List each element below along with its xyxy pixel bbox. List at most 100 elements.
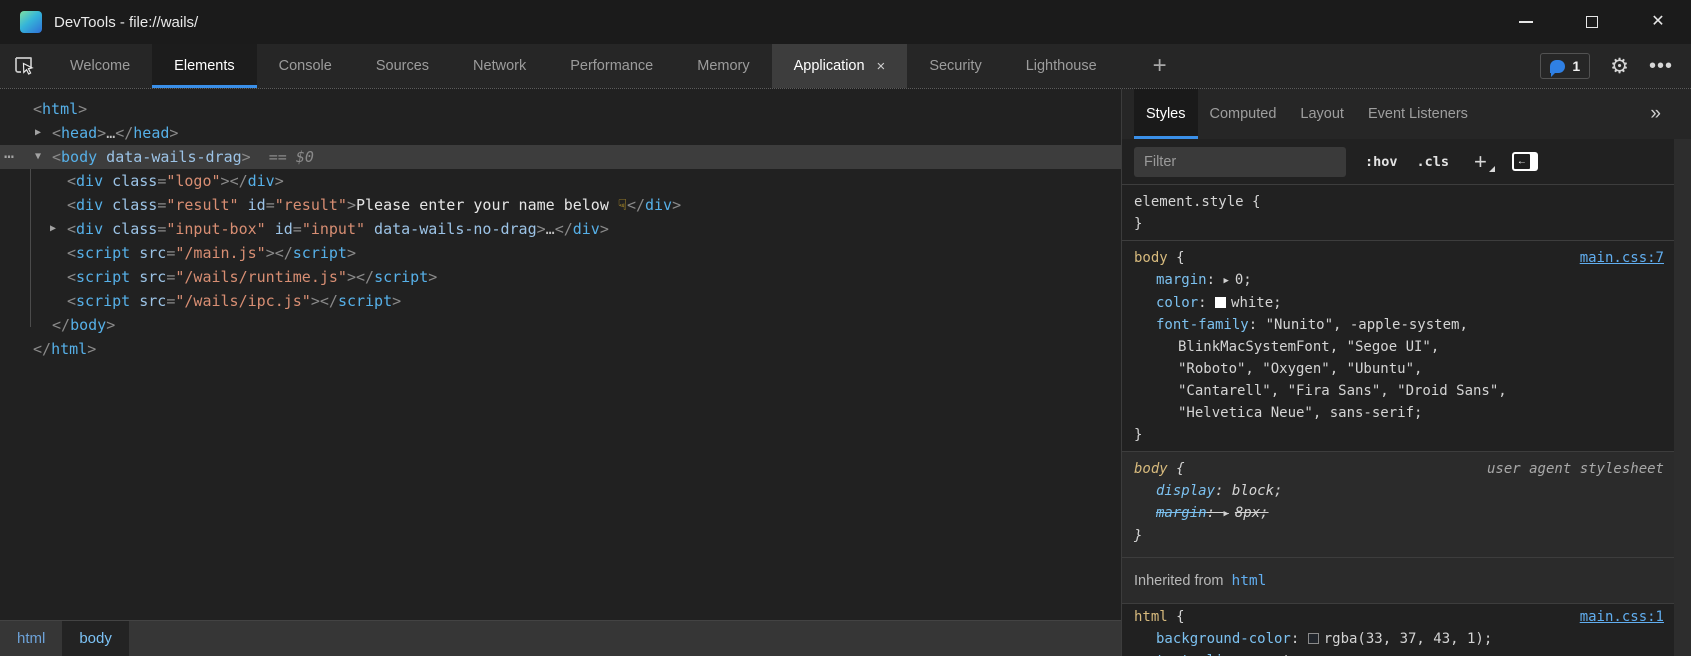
tree-row[interactable]: <div class="logo"></div> <box>0 169 1121 193</box>
property-value: "Nunito", -apple-system, <box>1266 317 1468 333</box>
tab-lighthouse[interactable]: Lighthouse <box>1004 44 1119 88</box>
sidebar-tab-event-listeners[interactable]: Event Listeners <box>1356 89 1480 139</box>
expand-shorthand-icon[interactable]: ▶ <box>1223 276 1228 286</box>
property-name: color <box>1156 295 1198 311</box>
rule-selector[interactable]: html <box>1134 606 1168 628</box>
rule-close-brace: } <box>1134 424 1664 446</box>
add-tab-button[interactable]: + <box>1137 44 1183 88</box>
tab-label: Performance <box>570 58 653 74</box>
tree-row[interactable]: <script src="/wails/runtime.js"></script… <box>0 265 1121 289</box>
tab-label: Sources <box>376 58 429 74</box>
css-property[interactable]: text-align: center; <box>1134 650 1664 656</box>
tree-row[interactable]: </body> <box>0 313 1121 337</box>
css-property[interactable]: display: block; <box>1134 480 1664 502</box>
pointing-down-emoji: ☟ <box>618 196 627 214</box>
property-value: block; <box>1232 483 1283 499</box>
inspect-cursor-icon <box>12 54 36 78</box>
devtools-content: <html>▶<head>…</head>⋯▼<body data-wails-… <box>0 88 1691 656</box>
maximize-button[interactable] <box>1559 0 1625 44</box>
styles-scrollbar[interactable] <box>1674 139 1691 656</box>
tab-welcome[interactable]: Welcome <box>48 44 152 88</box>
breadcrumb-item-body[interactable]: body <box>62 621 129 656</box>
new-style-rule-button[interactable]: + <box>1474 149 1487 175</box>
rule-selector[interactable]: body <box>1134 247 1168 269</box>
tab-application[interactable]: Application× <box>772 44 908 88</box>
tree-row[interactable]: <script src="/main.js"></script> <box>0 241 1121 265</box>
more-menu-icon[interactable]: ••• <box>1649 56 1673 76</box>
css-value-continuation: "Cantarell", "Fira Sans", "Droid Sans", <box>1134 380 1664 402</box>
sidebar-tab-styles[interactable]: Styles <box>1134 89 1198 139</box>
tab-security[interactable]: Security <box>907 44 1003 88</box>
close-tab-icon[interactable]: × <box>877 58 886 75</box>
inspect-element-button[interactable] <box>0 44 48 88</box>
property-name: background-color <box>1156 631 1291 647</box>
tab-sources[interactable]: Sources <box>354 44 451 88</box>
expand-down-icon[interactable]: ▼ <box>35 145 41 169</box>
rule-selector-row: body {user agent stylesheet <box>1134 458 1664 480</box>
toolbar-tabs: WelcomeElementsConsole Sources Network Perf… <box>48 44 1119 88</box>
devtools-toolbar: WelcomeElementsConsole Sources Network Perf… <box>0 44 1691 88</box>
tree-row[interactable]: ▶<div class="input-box" id="input" data-… <box>0 217 1121 241</box>
window-controls: ✕ <box>1493 0 1691 44</box>
feedback-badge[interactable]: 1 <box>1540 53 1590 79</box>
expand-shorthand-icon[interactable]: ▶ <box>1223 509 1228 519</box>
styles-sections: element.style {}body {main.css:7margin: … <box>1122 185 1674 656</box>
tab-network[interactable]: Network <box>451 44 548 88</box>
minimize-button[interactable] <box>1493 0 1559 44</box>
css-rule-section: element.style {} <box>1122 185 1674 241</box>
toolbar-right-icons: 1 ⚙ ••• <box>1540 44 1691 88</box>
tree-row[interactable]: </html> <box>0 337 1121 361</box>
property-value: white; <box>1231 295 1282 311</box>
tab-elements[interactable]: Elements <box>152 44 256 88</box>
stylesheet-link[interactable]: main.css:1 <box>1580 606 1664 628</box>
rule-selector[interactable]: body <box>1134 458 1168 480</box>
tab-console[interactable]: Console <box>257 44 354 88</box>
rule-selector[interactable]: element.style <box>1134 191 1244 213</box>
styles-filter-input[interactable] <box>1134 147 1346 177</box>
settings-gear-icon[interactable]: ⚙ <box>1610 56 1629 77</box>
sidebar-tab-computed[interactable]: Computed <box>1198 89 1289 139</box>
toggle-computed-sidebar-icon[interactable]: ← <box>1512 152 1538 171</box>
row-overflow-icon[interactable]: ⋯ <box>4 145 15 169</box>
css-rule-section: body {main.css:7margin: ▶0;color: white;… <box>1122 241 1674 452</box>
css-property[interactable]: margin: ▶0; <box>1134 269 1664 292</box>
css-rule-section: body {user agent stylesheetdisplay: bloc… <box>1122 452 1674 558</box>
css-value-continuation: BlinkMacSystemFont, "Segoe UI", <box>1134 336 1664 358</box>
breadcrumb-item-html[interactable]: html <box>0 621 62 656</box>
css-property[interactable]: font-family: "Nunito", -apple-system, <box>1134 314 1664 336</box>
rule-selector-row: html {main.css:1 <box>1134 606 1664 628</box>
tree-row[interactable]: <html> <box>0 97 1121 121</box>
styles-sidebar: StylesComputedLayoutEvent Listeners » :ho… <box>1122 89 1691 656</box>
dom-tree: <html>▶<head>…</head>⋯▼<body data-wails-… <box>0 89 1121 361</box>
tree-row[interactable]: <div class="result" id="result">Please e… <box>0 193 1121 217</box>
inherited-element-link[interactable]: html <box>1231 570 1266 592</box>
stylesheet-link[interactable]: main.css:7 <box>1580 247 1664 269</box>
tree-row[interactable]: <script src="/wails/ipc.js"></script> <box>0 289 1121 313</box>
close-button[interactable]: ✕ <box>1625 0 1691 44</box>
sidebar-tab-layout[interactable]: Layout <box>1288 89 1356 139</box>
minimize-icon <box>1519 21 1533 23</box>
css-property[interactable]: margin: ▶8px; <box>1134 502 1664 525</box>
inherited-from-label: Inherited from <box>1134 570 1223 592</box>
property-name: margin <box>1156 272 1207 288</box>
tab-memory[interactable]: Memory <box>675 44 771 88</box>
toggle-hover-state[interactable]: :hov <box>1365 154 1398 170</box>
stylesheet-origin-note: user agent stylesheet <box>1487 458 1664 480</box>
color-swatch[interactable] <box>1308 633 1319 644</box>
expand-right-icon[interactable]: ▶ <box>50 217 56 241</box>
styles-filter-row: :hov .cls + ← <box>1122 139 1674 185</box>
tab-label: Memory <box>697 58 749 74</box>
tab-performance[interactable]: Performance <box>548 44 675 88</box>
tree-row[interactable]: ⋯▼<body data-wails-drag> == $0 <box>0 145 1121 169</box>
tree-row[interactable]: ▶<head>…</head> <box>0 121 1121 145</box>
color-swatch[interactable] <box>1215 297 1226 308</box>
expand-right-icon[interactable]: ▶ <box>35 121 41 145</box>
overflow-chevron-icon[interactable]: » <box>1650 89 1661 139</box>
property-name: margin <box>1156 505 1207 521</box>
css-property[interactable]: color: white; <box>1134 292 1664 314</box>
css-property[interactable]: background-color: rgba(33, 37, 43, 1); <box>1134 628 1664 650</box>
tab-label: Network <box>473 58 526 74</box>
toggle-classes[interactable]: .cls <box>1417 154 1450 170</box>
tab-label: Security <box>929 58 981 74</box>
property-name: font-family <box>1156 317 1249 333</box>
